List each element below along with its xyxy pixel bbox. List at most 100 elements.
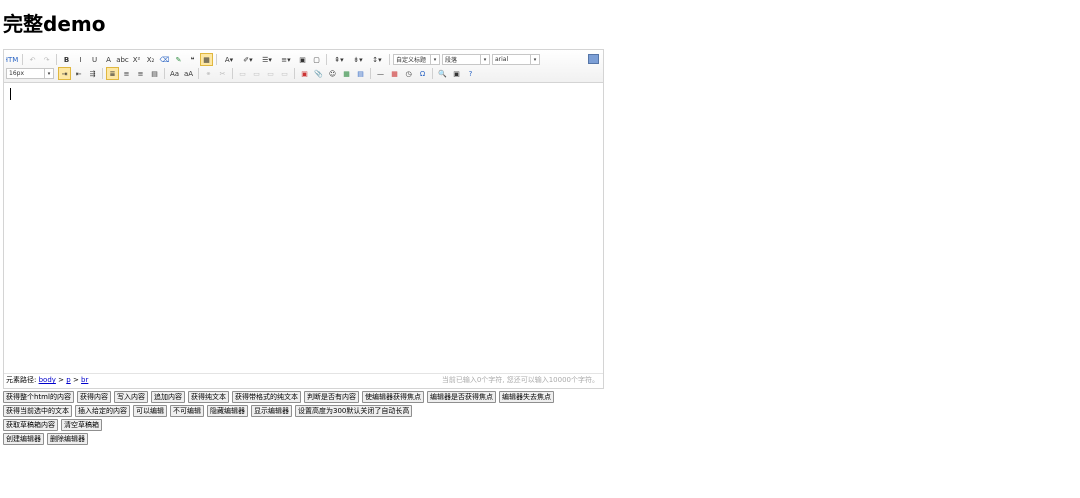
help-button[interactable]: ? <box>464 67 477 80</box>
link-button[interactable]: ⚭ <box>202 67 215 80</box>
demo-button[interactable]: 使编辑器获得焦点 <box>361 391 424 403</box>
font-family-select[interactable]: arial ▾ <box>492 54 540 65</box>
justifyleft-button[interactable]: ≣ <box>106 67 119 80</box>
spechars-button[interactable]: Ω <box>416 67 429 80</box>
rowspacingbottom-button[interactable]: ⇟▾ <box>349 53 367 66</box>
demo-button[interactable]: 获得纯文本 <box>187 391 229 403</box>
source-button[interactable]: HTML <box>6 53 19 66</box>
formatmatch-button[interactable]: ✎ <box>172 53 185 66</box>
text-caret <box>10 88 11 100</box>
selectall-button[interactable]: ▣ <box>296 53 309 66</box>
tolowercase-icon: aA <box>183 69 194 78</box>
imagenone-button[interactable]: ▭ <box>236 67 249 80</box>
attachment-icon: 📎 <box>314 69 323 78</box>
map-button[interactable]: ▦ <box>340 67 353 80</box>
imageleft-button[interactable]: ▭ <box>250 67 263 80</box>
demo-button[interactable]: 追加内容 <box>150 391 185 403</box>
attachment-button[interactable]: 📎 <box>312 67 325 80</box>
justifyjustify-button[interactable]: ▤ <box>148 67 161 80</box>
unlink-button[interactable]: ✂ <box>216 67 229 80</box>
insertunorderedlist-button[interactable]: ≡▾ <box>277 53 295 66</box>
toolbar-separator <box>389 54 390 65</box>
toolbar-separator <box>232 68 233 79</box>
searchreplace-button[interactable]: 🔍 <box>436 67 449 80</box>
paragraph-format-select[interactable]: 自定义标题 ▾ <box>393 54 440 65</box>
pasteplain-button[interactable]: ▦ <box>200 53 213 66</box>
toolbar-separator <box>294 68 295 79</box>
demo-button[interactable]: 创建编辑器 <box>3 433 44 445</box>
drafts-button[interactable]: ▣ <box>450 67 463 80</box>
horizontal-button[interactable]: — <box>374 67 387 80</box>
rich-text-editor: HTML↶↷BIUAabcX²X₂⌫✎❝▦A▾✐▾☰▾≡▾▣▢⇞▾⇟▾↕▾ 自定… <box>3 49 604 389</box>
toolbar-separator <box>432 68 433 79</box>
editor-content-area[interactable] <box>4 83 603 374</box>
demo-button[interactable]: 设置高度为300默认关闭了自动长高 <box>295 405 413 417</box>
demo-button[interactable]: 获得带格式的纯文本 <box>231 391 301 403</box>
demo-button[interactable]: 写入内容 <box>113 391 148 403</box>
demo-button[interactable]: 判断是否有内容 <box>303 391 359 403</box>
tolowercase-button[interactable]: aA <box>182 67 195 80</box>
path-separator: > <box>58 376 65 384</box>
imagecenter-button[interactable]: ▭ <box>278 67 291 80</box>
lineheight-button[interactable]: ↕▾ <box>368 53 386 66</box>
strikethrough-button[interactable]: abc <box>116 53 129 66</box>
bold-button[interactable]: B <box>60 53 73 66</box>
path-link-br[interactable]: br <box>81 376 88 384</box>
toolbar-separator <box>56 54 57 65</box>
italic-button[interactable]: I <box>74 53 87 66</box>
demo-button[interactable]: 清空草稿箱 <box>61 419 102 431</box>
horizontal-icon: — <box>377 69 384 78</box>
insertimage-button[interactable]: ▣ <box>298 67 311 80</box>
justifyright-icon: ≡ <box>137 69 144 78</box>
justifycenter-button[interactable]: ≡ <box>120 67 133 80</box>
undo-button[interactable]: ↶ <box>26 53 39 66</box>
insertorderedlist-button[interactable]: ☰▾ <box>258 53 276 66</box>
demo-button[interactable]: 删除编辑器 <box>47 433 88 445</box>
directionalityltr-icon: ⇥ <box>61 69 68 78</box>
demo-button[interactable]: 编辑器是否获得焦点 <box>426 391 496 403</box>
paragraph-select[interactable]: 段落 ▾ <box>442 54 490 65</box>
emotion-button[interactable]: ☺ <box>326 67 339 80</box>
demo-button[interactable]: 获得整个html的内容 <box>3 391 74 403</box>
demo-button[interactable]: 编辑器失去焦点 <box>498 391 554 403</box>
removeformat-button[interactable]: ⌫ <box>158 53 171 66</box>
demo-button[interactable]: 获取草稿箱内容 <box>3 419 58 431</box>
forecolor-button[interactable]: A▾ <box>220 53 238 66</box>
rowspacingtop-button[interactable]: ⇞▾ <box>330 53 348 66</box>
demo-button[interactable]: 可以编辑 <box>133 405 167 417</box>
template-button[interactable]: ▤ <box>354 67 367 80</box>
font-size-select[interactable]: 16px ▾ <box>6 68 54 79</box>
demo-button[interactable]: 插入给定的内容 <box>75 405 130 417</box>
demo-button[interactable]: 不可编辑 <box>170 405 204 417</box>
cleardoc-button[interactable]: ▢ <box>310 53 323 66</box>
blockquote-button[interactable]: ❝ <box>186 53 199 66</box>
toolbar-separator <box>198 68 199 79</box>
demo-button[interactable]: 显示编辑器 <box>251 405 292 417</box>
subscript-button[interactable]: X₂ <box>144 53 157 66</box>
path-link-body[interactable]: body <box>39 376 56 384</box>
redo-button[interactable]: ↷ <box>40 53 53 66</box>
directionalityrtl-icon: ⇤ <box>75 69 82 78</box>
touppercase-button[interactable]: Aa <box>168 67 181 80</box>
fontborder-button[interactable]: A <box>102 53 115 66</box>
indent-button[interactable]: ⇶ <box>86 67 99 80</box>
superscript-button[interactable]: X² <box>130 53 143 66</box>
toolbar-separator <box>22 54 23 65</box>
demo-button[interactable]: 获得当前选中的文本 <box>3 405 72 417</box>
demo-button[interactable]: 隐藏编辑器 <box>207 405 248 417</box>
directionalityrtl-button[interactable]: ⇤ <box>72 67 85 80</box>
demo-button[interactable]: 获得内容 <box>76 391 111 403</box>
toolbar-separator <box>370 68 371 79</box>
imageright-button[interactable]: ▭ <box>264 67 277 80</box>
imageleft-icon: ▭ <box>253 69 260 78</box>
justifyright-button[interactable]: ≡ <box>134 67 147 80</box>
pasteplain-icon: ▦ <box>203 55 210 64</box>
date-button[interactable]: ▦ <box>388 67 401 80</box>
formatmatch-icon: ✎ <box>175 55 182 64</box>
time-button[interactable]: ◷ <box>402 67 415 80</box>
backcolor-button[interactable]: ✐▾ <box>239 53 257 66</box>
underline-button[interactable]: U <box>88 53 101 66</box>
fullscreen-button[interactable] <box>588 54 599 64</box>
directionalityltr-button[interactable]: ⇥ <box>58 67 71 80</box>
path-link-p[interactable]: p <box>66 376 70 384</box>
